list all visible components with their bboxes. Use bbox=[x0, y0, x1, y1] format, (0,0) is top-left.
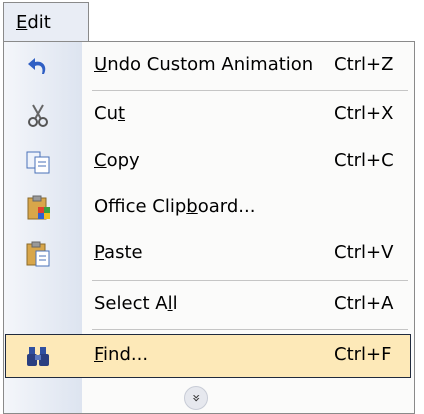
menu-item-cut[interactable]: Cut Ctrl+X bbox=[4, 93, 414, 137]
menu-item-label: Office Clipboard... bbox=[94, 196, 256, 217]
mnemonic-letter: P bbox=[94, 242, 105, 263]
shortcut-label: Ctrl+C bbox=[334, 150, 394, 171]
office-clipboard-icon bbox=[27, 195, 50, 220]
shortcut-label: Ctrl+F bbox=[334, 344, 392, 365]
menu-item-label: Select All bbox=[94, 293, 178, 314]
menu-item-label: Paste bbox=[94, 242, 143, 263]
shortcut-label: Ctrl+V bbox=[334, 242, 394, 263]
paste-icon bbox=[26, 241, 50, 267]
copy-icon bbox=[26, 151, 50, 174]
menu-item-label: Cut bbox=[94, 103, 126, 124]
menu-separator bbox=[92, 280, 408, 281]
menu-item-label: Undo Custom Animation bbox=[94, 54, 314, 75]
mnemonic-letter: t bbox=[117, 103, 126, 124]
undo-icon bbox=[28, 58, 46, 74]
menu-item-undo[interactable]: Undo Custom Animation Ctrl+Z bbox=[4, 44, 414, 88]
shortcut-label: Ctrl+Z bbox=[334, 54, 394, 75]
expand-chevrons-icon[interactable]: » bbox=[184, 386, 208, 410]
mnemonic-letter: C bbox=[94, 150, 107, 171]
shortcut-label: Ctrl+A bbox=[334, 293, 394, 314]
edit-dropdown-menu: Undo Custom Animation Ctrl+Z Cut Ctrl+X … bbox=[3, 41, 415, 414]
edit-menu-button[interactable]: Edit bbox=[3, 2, 89, 42]
shortcut-label: Ctrl+X bbox=[334, 103, 394, 124]
menu-separator bbox=[92, 329, 408, 330]
menu-item-label: Find... bbox=[94, 344, 149, 365]
menu-separator bbox=[92, 90, 408, 91]
menu-item-office-clipboard[interactable]: Office Clipboard... bbox=[4, 186, 414, 230]
edit-menu-label: Edit bbox=[16, 12, 51, 33]
cut-scissors-icon bbox=[28, 104, 48, 127]
menu-item-copy[interactable]: Copy Ctrl+C bbox=[4, 140, 414, 184]
mnemonic-letter: b bbox=[186, 196, 198, 217]
menu-item-label: Copy bbox=[94, 150, 140, 171]
menu-item-find[interactable]: Find... Ctrl+F bbox=[5, 334, 411, 378]
mnemonic-letter: U bbox=[94, 54, 108, 75]
mnemonic-letter: E bbox=[16, 12, 28, 33]
mnemonic-letter: F bbox=[94, 344, 104, 365]
menu-item-paste[interactable]: Paste Ctrl+V bbox=[4, 232, 414, 276]
find-binoculars-icon bbox=[27, 347, 49, 366]
menu-item-select-all[interactable]: Select All Ctrl+A bbox=[4, 283, 414, 327]
